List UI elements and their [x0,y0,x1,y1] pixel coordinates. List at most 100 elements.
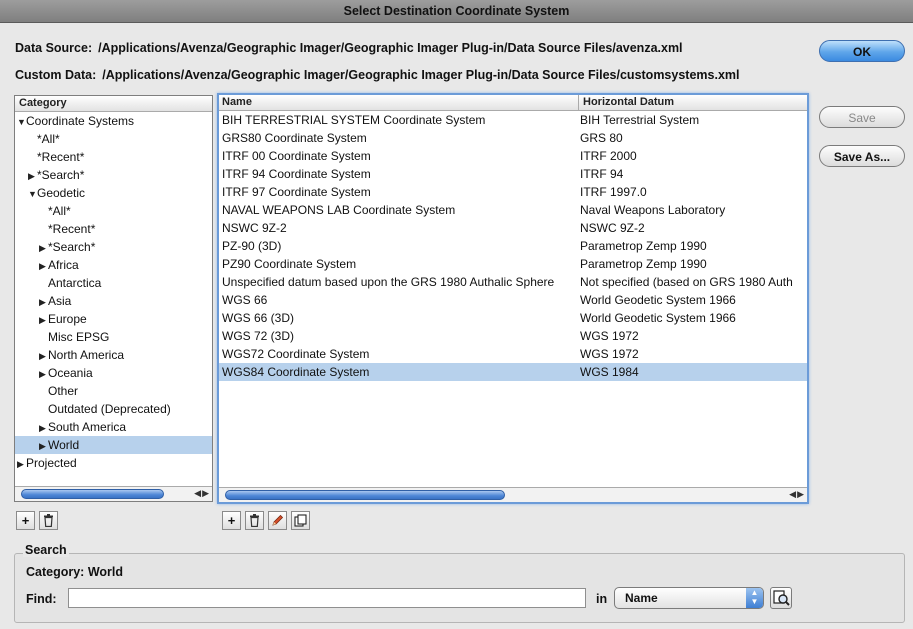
system-name-cell: WGS 66 [222,293,268,307]
table-row[interactable]: NAVAL WEAPONS LAB Coordinate System Naval… [219,201,807,219]
disclosure-closed-icon[interactable]: ▶ [17,455,26,473]
table-row[interactable]: GRS80 Coordinate System GRS 80 [219,129,807,147]
table-row[interactable]: WGS 66 (3D) World Geodetic System 1966 [219,309,807,327]
category-item-label: North America [48,348,125,362]
table-row[interactable]: WGS72 Coordinate System WGS 1972 [219,345,807,363]
table-row[interactable]: BIH TERRESTRIAL SYSTEM Coordinate System… [219,111,807,129]
category-item[interactable]: ▼Coordinate Systems [15,112,212,130]
category-item[interactable]: ▶ *Search* [15,166,212,184]
category-item[interactable]: *Recent* [15,148,212,166]
category-item-label: Antarctica [48,276,102,290]
list-scroll-arrows-icon[interactable]: ◀▶ [789,489,805,500]
category-scroll-thumb[interactable] [21,489,164,499]
disclosure-closed-icon[interactable]: ▶ [39,311,48,329]
table-row[interactable]: WGS 72 (3D) WGS 1972 [219,327,807,345]
disclosure-closed-icon[interactable]: ▶ [39,347,48,365]
disclosure-open-icon[interactable]: ▼ [28,185,37,203]
custom-data-path: /Applications/Avenza/Geographic Imager/G… [102,68,740,82]
category-horizontal-scrollbar[interactable]: ◀▶ [15,486,212,501]
category-item-label: *All* [37,132,60,146]
table-row[interactable]: Unspecified datum based upon the GRS 198… [219,273,807,291]
column-divider[interactable] [578,95,579,110]
category-item[interactable]: ▶ Oceania [15,364,212,382]
category-item[interactable]: ▼Geodetic [15,184,212,202]
disclosure-closed-icon[interactable]: ▶ [39,257,48,275]
disclosure-closed-icon[interactable]: ▶ [39,365,48,383]
category-item[interactable]: ▶ Asia [15,292,212,310]
system-name-cell: WGS 72 (3D) [222,329,295,343]
trash-icon [44,514,53,527]
search-legend: Search [23,543,69,557]
pencil-icon [272,514,284,526]
name-column-header[interactable]: Name [222,95,252,110]
category-item[interactable]: Outdated (Deprecated) [15,400,212,418]
category-item-label: Oceania [48,366,93,380]
horizontal-datum-cell: WGS 1972 [580,347,639,361]
category-item[interactable]: *Recent* [15,220,212,238]
system-name-cell: PZ-90 (3D) [222,239,282,253]
system-name-cell: WGS 66 (3D) [222,311,295,325]
list-horizontal-scrollbar[interactable]: ◀▶ [219,487,807,502]
delete-system-button[interactable] [245,511,264,530]
category-item[interactable]: *All* [15,130,212,148]
duplicate-system-button[interactable] [291,511,310,530]
disclosure-closed-icon[interactable]: ▶ [39,419,48,437]
category-item-label: *Recent* [48,222,96,236]
save-button[interactable]: Save [819,106,905,128]
table-row[interactable]: PZ90 Coordinate System Parametrop Zemp 19… [219,255,807,273]
disclosure-closed-icon[interactable]: ▶ [28,167,37,185]
list-scroll-thumb[interactable] [225,490,505,500]
disclosure-closed-icon[interactable]: ▶ [39,239,48,257]
category-column-header[interactable]: Category [15,96,212,112]
find-input[interactable] [68,588,586,608]
find-button[interactable] [770,587,792,609]
coordinate-system-list-panel[interactable]: Name Horizontal Datum BIH TERRESTRIAL SY… [217,93,809,504]
find-icon [773,590,790,606]
category-item[interactable]: ▶ Projected [15,454,212,472]
category-item[interactable]: Misc EPSG [15,328,212,346]
disclosure-closed-icon[interactable]: ▶ [39,437,48,455]
datum-column-header[interactable]: Horizontal Datum [583,95,674,110]
trash-icon [250,514,259,527]
table-row[interactable]: ITRF 94 Coordinate System ITRF 94 [219,165,807,183]
table-row[interactable]: PZ-90 (3D) Parametrop Zemp 1990 [219,237,807,255]
table-row[interactable]: ITRF 00 Coordinate System ITRF 2000 [219,147,807,165]
system-name-cell: BIH TERRESTRIAL SYSTEM Coordinate System [222,113,486,127]
category-item[interactable]: ▶ World [15,436,212,454]
category-item[interactable]: ▶ North America [15,346,212,364]
category-item[interactable]: ▶ South America [15,418,212,436]
category-item[interactable]: ▶ Africa [15,256,212,274]
horizontal-datum-cell: Naval Weapons Laboratory [580,203,726,217]
horizontal-datum-cell: Parametrop Zemp 1990 [580,239,707,253]
ok-button[interactable]: OK [819,40,905,62]
category-scroll-arrows-icon[interactable]: ◀▶ [194,488,210,499]
search-field-select[interactable]: Name ▲ ▼ [614,587,764,609]
disclosure-open-icon[interactable]: ▼ [17,113,26,131]
add-system-button[interactable]: + [222,511,241,530]
category-tree-panel[interactable]: Category ▼Coordinate Systems *All* *Recent… [14,95,213,502]
category-item[interactable]: *All* [15,202,212,220]
system-name-cell: NSWC 9Z-2 [222,221,287,235]
system-name-cell: ITRF 97 Coordinate System [222,185,371,199]
horizontal-datum-cell: WGS 1972 [580,329,639,343]
category-item[interactable]: Antarctica [15,274,212,292]
system-name-cell: ITRF 00 Coordinate System [222,149,371,163]
table-row[interactable]: ITRF 97 Coordinate System ITRF 1997.0 [219,183,807,201]
table-row[interactable]: WGS 66 World Geodetic System 1966 [219,291,807,309]
category-item[interactable]: ▶ *Search* [15,238,212,256]
plus-icon: + [227,513,236,528]
system-name-cell: WGS84 Coordinate System [222,365,370,379]
add-category-button[interactable]: + [16,511,35,530]
disclosure-closed-icon[interactable]: ▶ [39,293,48,311]
table-row[interactable]: NSWC 9Z-2 NSWC 9Z-2 [219,219,807,237]
category-item[interactable]: ▶ Europe [15,310,212,328]
plus-icon: + [21,513,30,528]
coordinate-system-rows: BIH TERRESTRIAL SYSTEM Coordinate System… [219,111,807,381]
category-item[interactable]: Other [15,382,212,400]
save-as-button[interactable]: Save As... [819,145,905,167]
table-row[interactable]: WGS84 Coordinate System WGS 1984 [219,363,807,381]
delete-category-button[interactable] [39,511,58,530]
duplicate-icon [294,514,307,527]
edit-system-button[interactable] [268,511,287,530]
category-item-label: Other [48,384,79,398]
